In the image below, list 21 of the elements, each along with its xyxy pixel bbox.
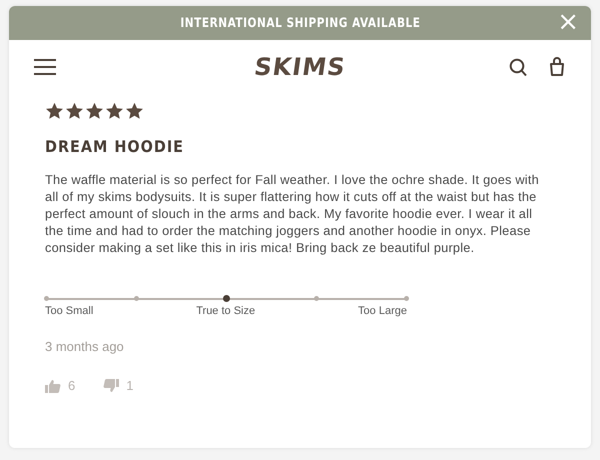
fit-label: Too Large (358, 305, 407, 317)
review-text: The waffle material is so perfect for Fall weather. I love the ochre shade. It goes with all of my skims bodysuits. It is super flattering how it cuts off at the waist but has the perfect amount of slouch in the arms and back. My favorite hoodie ever. I wear it all the time and had to order the matching joggers and another hoodie in onyx. Please consider making a set like this in iris mica! Bring back ze beautiful purple. (45, 171, 540, 256)
menu-icon[interactable] (33, 58, 57, 76)
helpful-button[interactable]: 6 (45, 378, 76, 393)
star-icon (45, 102, 64, 120)
close-button[interactable]: × (553, 9, 583, 35)
search-icon[interactable] (509, 58, 527, 76)
star-icon (65, 102, 84, 120)
shopping-bag-icon[interactable] (549, 57, 565, 77)
thumbs-down-icon (103, 378, 120, 392)
thumbs-up-icon (45, 378, 61, 392)
review-title: DREAM HOODIE (45, 137, 186, 156)
star-icon (125, 102, 144, 120)
logo[interactable]: SKIMS (252, 53, 348, 81)
fit-label: Too Small (45, 305, 94, 317)
banner-text: INTERNATIONAL SHIPPING AVAILABLE (180, 16, 420, 30)
review-date: 3 months ago (45, 339, 125, 354)
star-icon (85, 102, 104, 120)
fit-label: True to Size (196, 305, 256, 317)
not-helpful-button[interactable]: 1 (103, 378, 134, 393)
star-icon (105, 102, 124, 120)
